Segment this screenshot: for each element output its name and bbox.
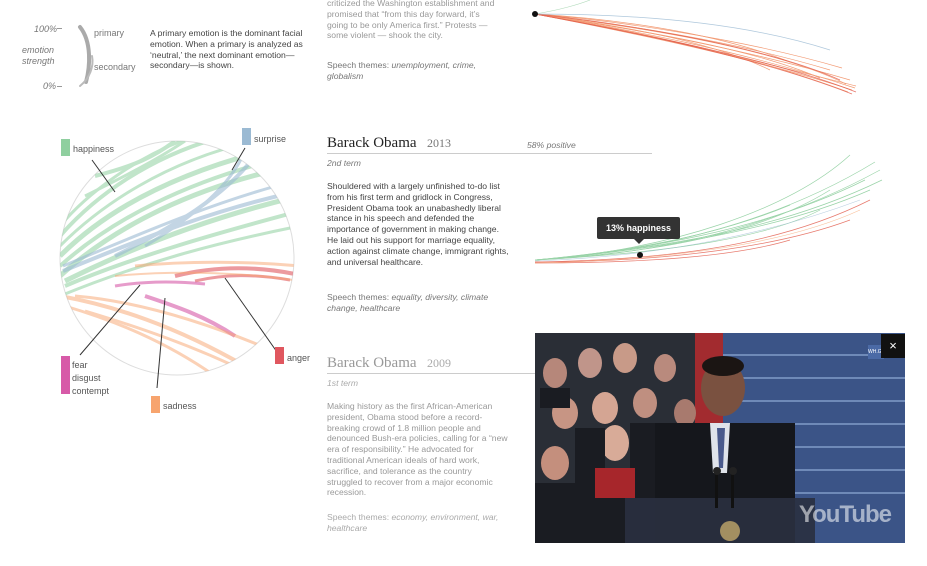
obama2013-themes: Speech themes: equality, diversity, clim… (327, 292, 509, 314)
legend-primary-label: primary (94, 28, 125, 38)
swatch-anger (275, 347, 284, 364)
swatch-happiness (61, 139, 70, 156)
legend-axis-label-1: emotion (22, 45, 55, 55)
top-speech-themes-label: Speech themes: (327, 60, 390, 70)
label-anger: anger (287, 353, 311, 363)
obama2013-name: Barack Obama (327, 135, 417, 151)
obama2009-themes-label: Speech themes: (327, 512, 390, 522)
obama2013-dot[interactable] (637, 252, 643, 258)
top-speech-themes: Speech themes: unemployment, crime, glob… (327, 60, 502, 82)
video-close-button[interactable]: × (881, 334, 905, 358)
obama2009-name: Barack Obama (327, 355, 417, 371)
legend-bottom-tick (57, 86, 62, 87)
obama2009-themes: Speech themes: economy, environment, war… (327, 512, 509, 534)
label-contempt: contempt (72, 386, 110, 396)
legend-bottom-pct: 0% (43, 81, 57, 91)
legend-axis-label: emotion strength (22, 45, 55, 67)
obama2009-description: Making history as the first African-Amer… (327, 401, 508, 498)
legend-secondary-label: secondary (94, 62, 136, 72)
label-disgust: disgust (72, 373, 101, 383)
swatch-fear-disgust-contempt (61, 356, 70, 394)
obama2013-term: 2nd term (327, 158, 361, 168)
top-speech-description: criticized the Washington establishment … (327, 0, 502, 41)
obama2013-tooltip: 13% happiness (597, 217, 681, 244)
label-fear: fear (72, 360, 88, 370)
label-sadness: sadness (163, 401, 197, 411)
swatch-surprise (242, 128, 251, 145)
legend-axis-label-2: strength (22, 56, 55, 66)
top-speech-line-2: promised that “from this day forward, it… (327, 8, 480, 19)
top-speech-line-4: some violent — shook the city. (327, 30, 443, 41)
obama2009-year: 2009 (427, 356, 451, 370)
label-happiness: happiness (73, 144, 115, 154)
obama2013-themes-label: Speech themes: (327, 292, 390, 302)
legend-top-tick (57, 28, 62, 29)
top-emotion-stream (532, 0, 857, 95)
video-player[interactable]: WH.GOV YouTube (535, 333, 905, 543)
emotion-wheel-pointers (79, 147, 278, 389)
obama2013-year: 2013 (427, 136, 451, 150)
obama2009-header: Barack Obama 2009 (327, 354, 535, 374)
top-speech-line-3: going to be only America first.” Protest… (327, 19, 488, 30)
legend-description: A primary emotion is the dominant facial… (150, 28, 303, 71)
legend-top-pct: 100% (34, 24, 58, 34)
obama2013-description: Shouldered with a largely unfinished to-… (327, 181, 509, 267)
obama2013-positive: 58% positive (527, 140, 576, 150)
top-speech-line-1: criticized the Washington establishment … (327, 0, 495, 8)
obama2013-emotion-stream (534, 154, 883, 264)
label-surprise: surprise (254, 134, 287, 144)
swatch-sadness (151, 396, 160, 413)
obama2009-term: 1st term (327, 378, 359, 388)
video-youtube-logo[interactable]: YouTube (799, 501, 892, 529)
